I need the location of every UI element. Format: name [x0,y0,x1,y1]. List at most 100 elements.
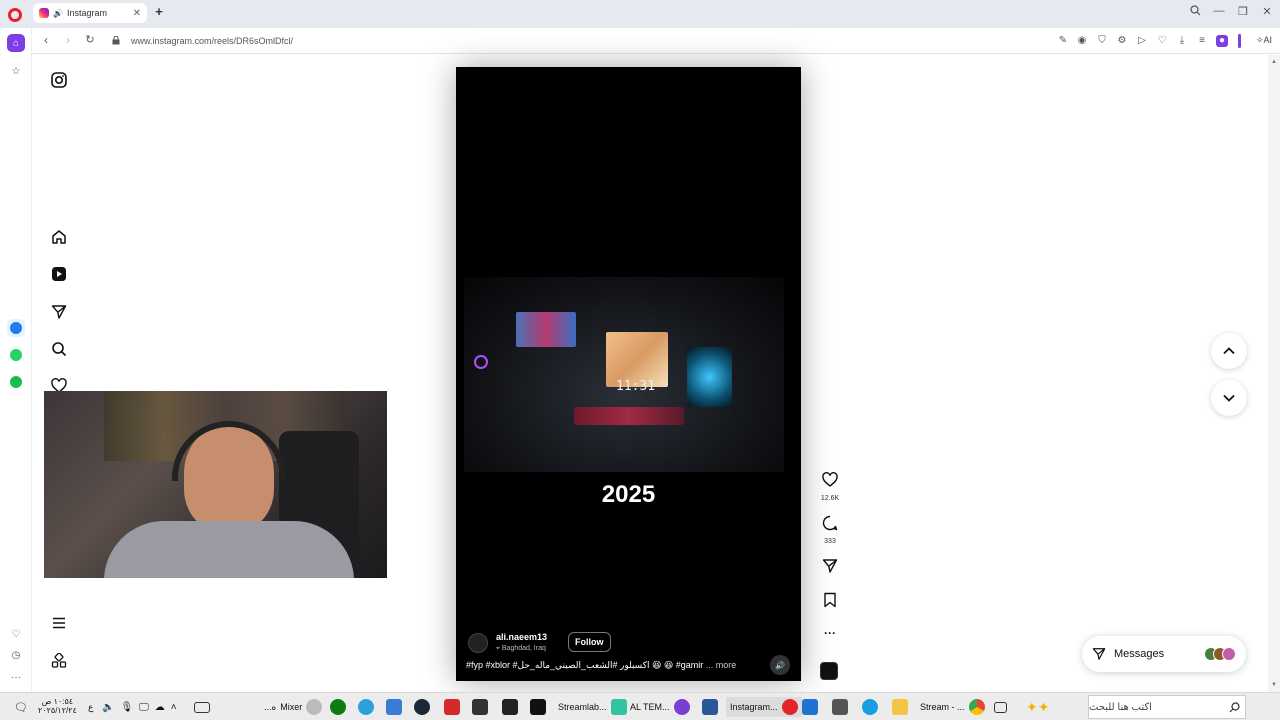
taskbar-chrome-stream[interactable]: Stream - ... [920,697,985,717]
chrome-icon [968,699,985,715]
scroll-down-arrow-icon[interactable]: ▼ [1271,682,1277,688]
spotify-icon[interactable] [7,373,25,391]
xbox-icon[interactable] [330,697,346,717]
menu-icon[interactable]: ≡ [1196,35,1208,47]
whatsapp-icon[interactable] [7,346,25,364]
reel-username[interactable]: ali.naeem13 [496,632,547,642]
more-menu-icon[interactable] [50,614,68,632]
widgets-icon[interactable]: ✦✦ [1026,697,1049,717]
messages-label: Messages [1114,648,1165,660]
also-from-meta-icon[interactable] [50,652,68,670]
steam-icon[interactable] [414,697,430,717]
mixer-icon [306,699,323,715]
save-button[interactable] [815,592,845,613]
close-tab-icon[interactable]: ✕ [133,8,141,19]
messenger-icon[interactable] [7,319,25,337]
url-field[interactable]: www.instagram.com/reels/DR6sOmlDfcl/ [131,36,293,46]
taskbar-altem[interactable]: AL TEM... [630,697,690,717]
like-button[interactable]: 12.6K [815,472,845,502]
stream-label: Stream - ... [920,702,965,712]
previous-reel-button[interactable] [1211,333,1247,369]
app-icon[interactable] [386,697,402,717]
share-button[interactable] [815,558,845,579]
instagram-nav [33,55,93,692]
reload-button[interactable]: ↻ [83,33,97,46]
reel-video[interactable]: 11:31 2025 ali.naeem13 ⌖ Baghdad, Iraq F… [456,67,801,681]
keyboard-icon[interactable] [194,697,210,717]
show-hidden-icons-icon[interactable]: ˄ [171,702,177,713]
word-icon[interactable] [702,697,718,717]
new-tab-button[interactable]: + [152,5,166,19]
edit-icon[interactable]: ✎ [1057,35,1069,47]
ai-button[interactable]: ✧AI [1256,35,1272,46]
app-blue-icon[interactable] [802,697,818,717]
comment-icon [822,515,838,531]
search-icon[interactable] [50,340,68,358]
tiktok-icon[interactable] [530,697,546,717]
vpn-icon[interactable]: ⚙ [1116,35,1128,47]
minimize-button[interactable]: — [1211,5,1227,17]
taskbar-mixer[interactable]: ...ه Mixer [264,697,323,717]
chevron-up-icon [1223,347,1235,355]
home-icon[interactable] [50,228,68,246]
telegram-icon[interactable] [358,697,374,717]
tab-instagram[interactable]: 🔊 Instagram ✕ [33,3,147,23]
language-indicator[interactable]: ع [88,697,93,717]
back-button[interactable]: ‹ [39,33,53,47]
messages-button[interactable]: Messages [1082,636,1246,672]
store-icon[interactable] [832,697,848,717]
altem-label: AL TEM... [630,702,670,712]
direct-messages-icon[interactable] [50,303,68,321]
notification-center-icon[interactable]: 🗨 [14,697,28,717]
forward-button[interactable]: › [61,33,75,47]
edge-icon[interactable] [862,697,878,717]
taskbar-search-input[interactable]: اكتب هنا للبحث [1088,695,1246,719]
more-options-icon[interactable]: ··· [815,627,845,639]
network-icon[interactable]: 🖵 [139,702,149,713]
reels-icon[interactable] [50,265,68,283]
comment-button[interactable]: 333 [815,515,845,545]
profile-icon[interactable]: ● [1216,35,1228,47]
avatar[interactable] [468,633,488,653]
volume-icon[interactable]: 🔈 [102,702,114,713]
desk-clock: 11:31 [616,379,656,394]
search-tabs-icon[interactable] [1187,5,1203,19]
more-icon[interactable]: ··· [7,668,25,686]
reel-overlay-text: 2025 [601,481,656,508]
opera-logo-icon[interactable] [8,8,22,22]
reel-caption[interactable]: #fyp #xblor #اكسبلور #الشعب_الصيني_ماله_… [466,660,756,671]
epic-icon[interactable] [502,697,518,717]
download-icon[interactable]: ⤓ [1176,35,1188,47]
clock[interactable]: ١٠:٥٤ ص ٢٠٢٥/١٢/٢٤ [38,697,77,717]
microphone-icon[interactable]: 🎙 [120,702,133,713]
home-icon[interactable]: ⌂ [7,34,25,52]
favorites-icon[interactable]: ♡ [7,625,25,643]
camera-icon[interactable]: ◉ [1076,35,1088,47]
close-window-button[interactable]: ✕ [1259,5,1275,18]
opera-sidebar: ⌂ ☆ ♡ ◷ ··· [0,28,32,692]
scroll-up-arrow-icon[interactable]: ▲ [1271,59,1277,65]
heart-icon[interactable]: ♡ [1156,35,1168,47]
app-dark-icon[interactable] [472,697,488,717]
page-scrollbar[interactable]: ▲ ▼ [1268,55,1280,692]
audio-thumbnail[interactable] [820,662,838,680]
search-icon[interactable] [1229,697,1240,717]
taskbar-instagram[interactable]: Instagram... [726,697,802,717]
app-red-icon[interactable] [444,697,460,717]
pinboard-icon[interactable]: ☆ [7,62,25,80]
file-explorer-icon[interactable] [892,697,908,717]
onedrive-icon[interactable]: ☁ [155,702,165,713]
maximize-button[interactable]: ❐ [1235,5,1251,18]
taskbar-streamlabs[interactable]: Streamlab... [558,697,627,717]
instagram-logo-icon[interactable] [50,71,68,89]
volume-icon[interactable]: 🔊 [770,655,790,675]
reel-location[interactable]: ⌖ Baghdad, Iraq [496,645,546,653]
next-reel-button[interactable] [1211,380,1247,416]
play-icon[interactable]: ▷ [1136,35,1148,47]
speaker-icon[interactable]: 🔊 [53,9,63,18]
shield-icon[interactable]: ⛉ [1096,35,1108,47]
history-icon[interactable]: ◷ [7,646,25,664]
caption-more-link[interactable]: ... more [706,660,737,670]
follow-button[interactable]: Follow [568,632,611,652]
task-view-icon[interactable] [994,697,1007,717]
